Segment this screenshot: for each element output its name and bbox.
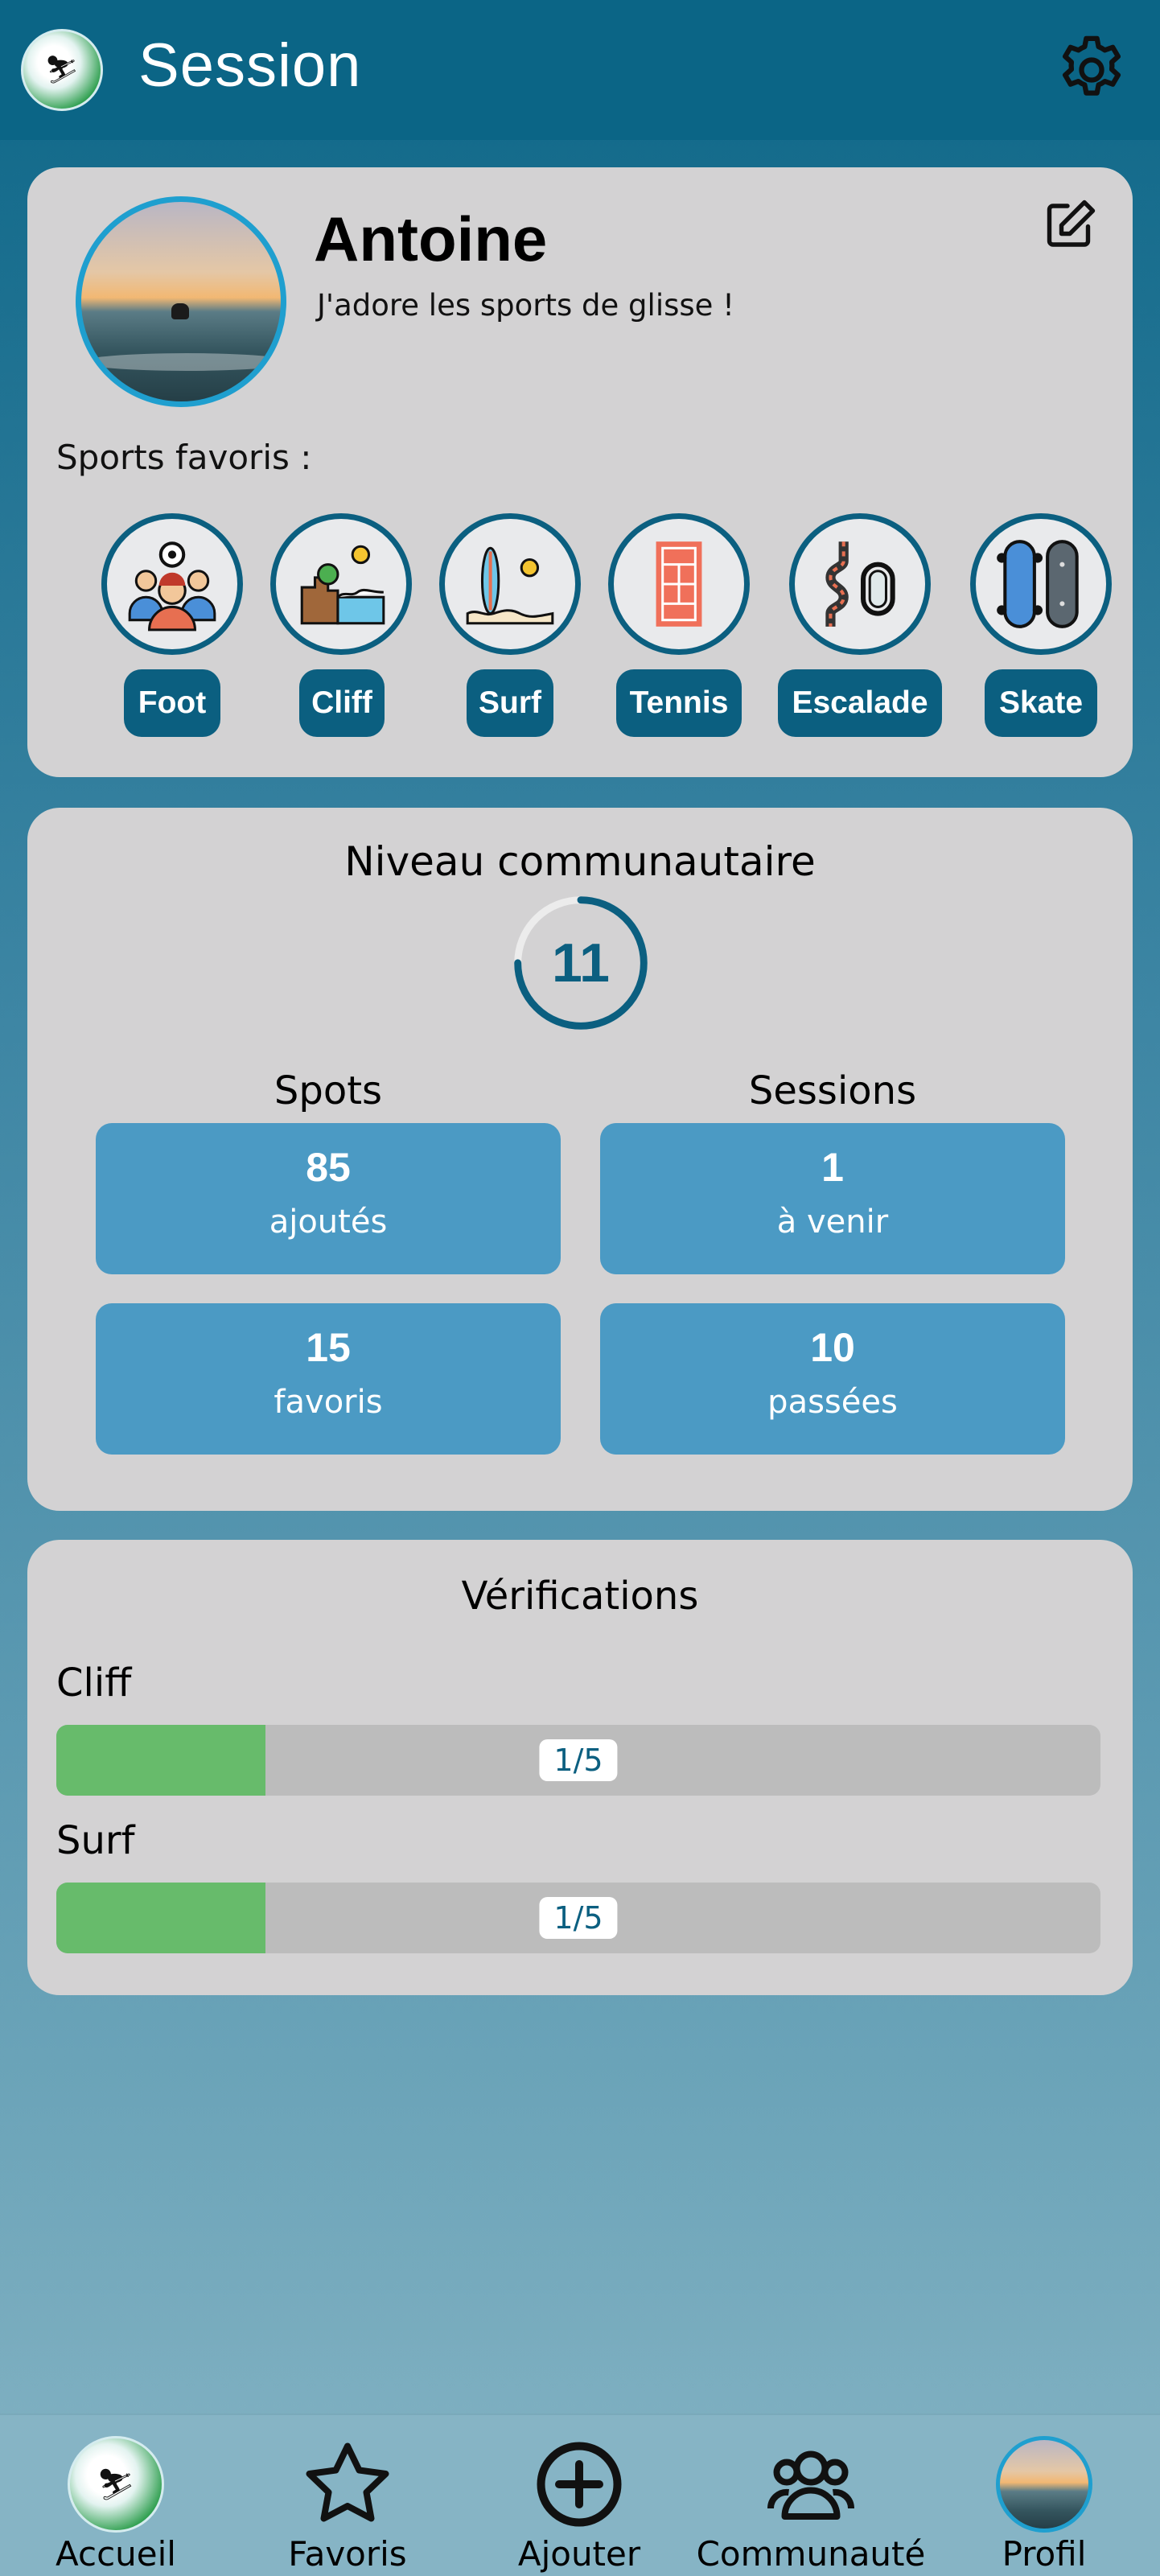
verifications-card: Vérifications Cliff 1/5 Surf 1/5	[27, 1540, 1133, 1995]
sport-tennis[interactable]: Tennis	[582, 513, 775, 755]
sport-cliff[interactable]: Cliff	[245, 513, 438, 755]
favorites-label: Sports favoris :	[56, 438, 312, 477]
nav-profil[interactable]: Profil	[928, 2415, 1160, 2576]
sport-label: Foot	[124, 669, 220, 737]
sport-escalade[interactable]: Escalade	[763, 513, 956, 755]
nav-accueil[interactable]: ⛷ Accueil	[0, 2415, 232, 2576]
nav-label: Accueil	[56, 2534, 176, 2574]
nav-label: Profil	[1002, 2534, 1087, 2574]
stat-label: favoris	[274, 1384, 383, 1421]
stat-value: 85	[306, 1145, 351, 1190]
spots-favorites-stat[interactable]: 15 favoris	[96, 1303, 561, 1455]
nav-label: Favoris	[288, 2534, 407, 2574]
stat-value: 15	[306, 1325, 351, 1370]
skateboard-icon	[970, 513, 1112, 655]
spots-added-stat[interactable]: 85 ajoutés	[96, 1123, 561, 1274]
sport-label: Cliff	[299, 669, 385, 737]
spots-title: Spots	[274, 1068, 383, 1113]
tennis-court-icon	[608, 513, 750, 655]
verification-progress-fill	[56, 1725, 265, 1796]
sport-foot[interactable]: Foot	[76, 513, 269, 755]
verification-progress-bar: 1/5	[56, 1725, 1100, 1796]
nav-ajouter[interactable]: Ajouter	[463, 2415, 695, 2576]
nav-communaute[interactable]: Communauté	[684, 2415, 938, 2576]
bottom-nav: ⛷ Accueil Favoris Ajouter Communauté Pro…	[0, 2413, 1160, 2576]
star-icon	[306, 2442, 389, 2522]
sport-skate[interactable]: Skate	[944, 513, 1137, 755]
verification-progress-text: 1/5	[539, 1897, 618, 1939]
nav-label: Communauté	[696, 2534, 926, 2574]
sport-label: Tennis	[616, 669, 742, 737]
sessions-upcoming-stat[interactable]: 1 à venir	[600, 1123, 1065, 1274]
sport-label: Surf	[467, 669, 553, 737]
profile-bio: J'adore les sports de glisse !	[317, 288, 735, 323]
climbing-carabiner-icon	[789, 513, 931, 655]
users-icon	[767, 2450, 855, 2520]
surfboard-icon	[439, 513, 581, 655]
edit-icon[interactable]	[1041, 196, 1099, 254]
nav-label: Ajouter	[517, 2534, 641, 2574]
verification-progress-bar: 1/5	[56, 1883, 1100, 1953]
favorite-sports-list: Foot Cliff Surf Tennis Escalade Skate	[27, 513, 1133, 755]
app-title: Session	[138, 31, 362, 100]
gear-icon[interactable]	[1054, 32, 1129, 108]
verification-progress-fill	[56, 1883, 265, 1953]
community-level-value: 11	[552, 932, 610, 994]
app-header: ⛷ Session	[0, 0, 1160, 140]
plus-circle-icon	[537, 2442, 622, 2527]
profile-name: Antoine	[314, 204, 548, 274]
avatar	[996, 2436, 1092, 2533]
app-logo-icon: ⛷	[68, 2436, 164, 2533]
sport-label: Escalade	[778, 669, 942, 737]
community-level-title: Niveau communautaire	[344, 838, 816, 885]
verification-name: Cliff	[56, 1660, 132, 1706]
verification-progress-text: 1/5	[539, 1739, 618, 1781]
football-team-icon	[101, 513, 243, 655]
stat-label: à venir	[776, 1204, 889, 1241]
cliff-diving-icon	[270, 513, 412, 655]
verification-name: Surf	[56, 1818, 135, 1863]
sessions-title: Sessions	[748, 1068, 917, 1113]
sessions-past-stat[interactable]: 10 passées	[600, 1303, 1065, 1455]
community-card: Niveau communautaire 11 Spots Sessions 8…	[27, 808, 1133, 1511]
sport-surf[interactable]: Surf	[413, 513, 607, 755]
sport-label: Skate	[985, 669, 1097, 737]
stat-value: 1	[821, 1145, 844, 1190]
verifications-title: Vérifications	[461, 1574, 699, 1619]
stat-label: ajoutés	[269, 1204, 388, 1241]
stat-label: passées	[767, 1384, 898, 1421]
profile-card: Antoine J'adore les sports de glisse ! S…	[27, 167, 1133, 777]
nav-favoris[interactable]: Favoris	[232, 2415, 463, 2576]
profile-avatar[interactable]	[76, 196, 286, 407]
app-logo-icon[interactable]: ⛷	[21, 29, 103, 111]
stat-value: 10	[810, 1325, 855, 1370]
